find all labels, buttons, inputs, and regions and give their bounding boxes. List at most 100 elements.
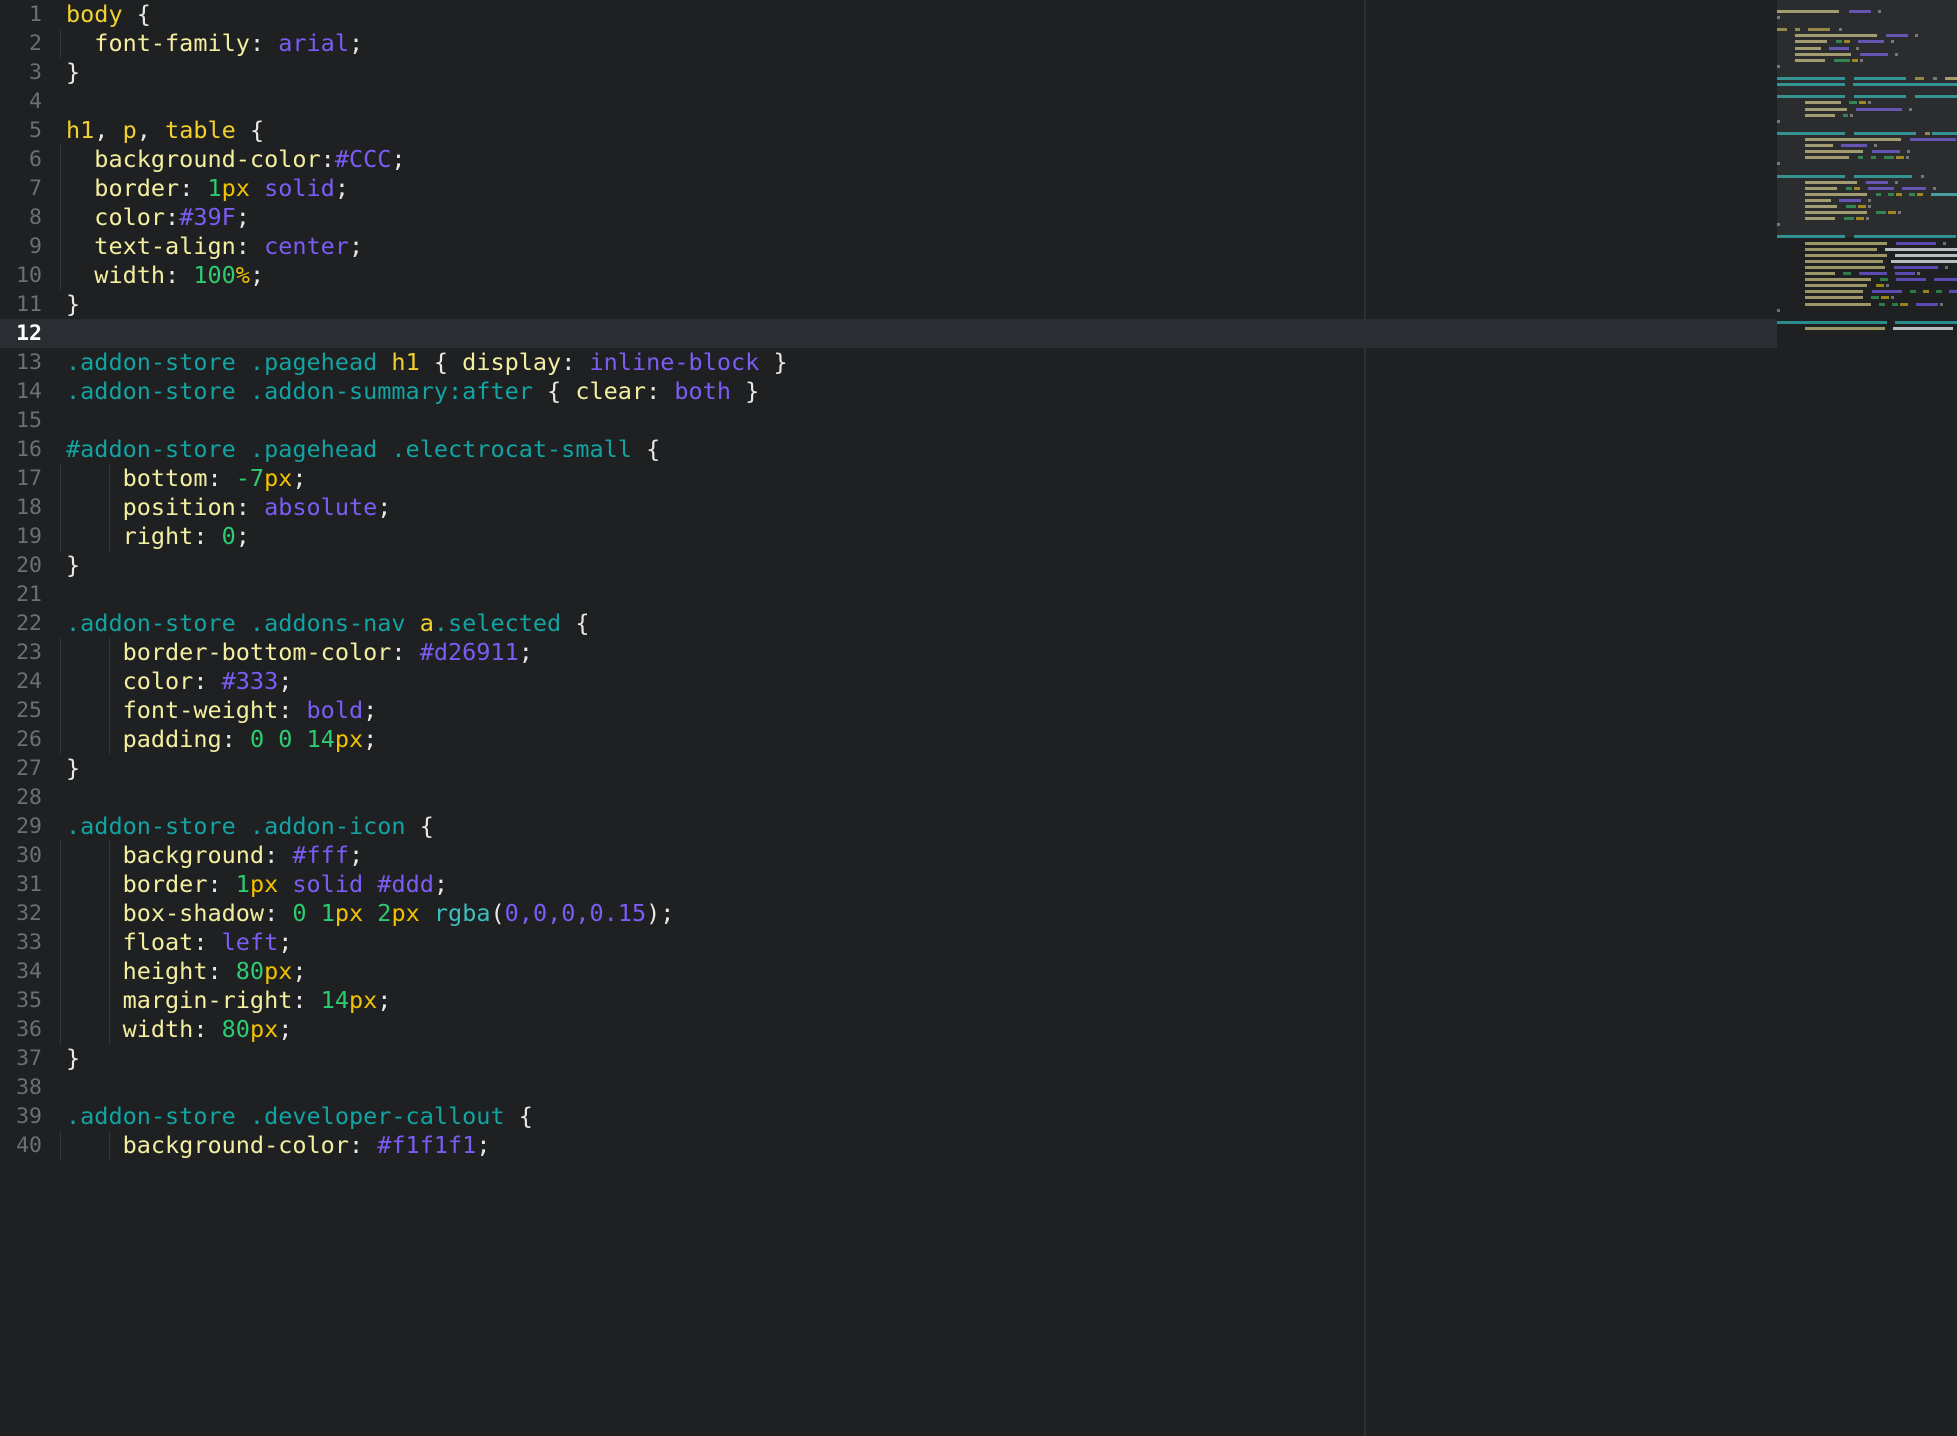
code-text[interactable]: font-weight: bold; — [66, 696, 378, 725]
token: { — [532, 377, 576, 405]
token: 1 — [320, 899, 335, 927]
code-line[interactable]: 29 .addon-store .addon-icon { — [0, 812, 1777, 841]
code-line[interactable]: 15 — [0, 406, 1777, 435]
token: : — [221, 725, 250, 753]
code-text[interactable]: background-color: #f1f1f1; — [66, 1131, 491, 1160]
code-line[interactable]: 31 border: 1px solid #ddd; — [0, 870, 1777, 899]
code-text[interactable]: height: 80px; — [66, 957, 307, 986]
code-line[interactable]: 21 — [0, 580, 1777, 609]
code-text[interactable]: width: 100%; — [66, 261, 264, 290]
code-line[interactable]: 3} — [0, 58, 1777, 87]
code-line[interactable]: 25 font-weight: bold; — [0, 696, 1777, 725]
code-line[interactable]: 4 — [0, 87, 1777, 116]
code-line[interactable]: 26 padding: 0 0 14px; — [0, 725, 1777, 754]
token: 1 — [235, 870, 250, 898]
code-line[interactable]: 23 border-bottom-color: #d26911; — [0, 638, 1777, 667]
code-line[interactable]: 7 border: 1px solid; — [0, 174, 1777, 203]
code-text[interactable]: } — [66, 551, 80, 580]
token: } — [66, 1044, 81, 1072]
code-line[interactable]: 11} — [0, 290, 1777, 319]
token: center — [264, 232, 349, 260]
code-line[interactable]: 1 body { — [0, 0, 1777, 29]
code-line[interactable]: 10 width: 100%; — [0, 261, 1777, 290]
code-text[interactable]: border-bottom-color: #d26911; — [66, 638, 533, 667]
token: #39F — [179, 203, 236, 231]
code-line[interactable]: 6 background-color:#CCC; — [0, 145, 1777, 174]
code-line[interactable]: 34 height: 80px; — [0, 957, 1777, 986]
code-line[interactable]: 28 — [0, 783, 1777, 812]
code-line[interactable]: 17 bottom: -7px; — [0, 464, 1777, 493]
token: #fff — [292, 841, 349, 869]
code-text[interactable]: position: absolute; — [66, 493, 392, 522]
code-text[interactable]: background: #fff; — [66, 841, 364, 870]
code-text[interactable]: box-shadow: 0 1px 2px rgba(0,0,0,0.15); — [66, 899, 675, 928]
indent-guide — [60, 870, 61, 899]
code-text[interactable]: margin-right: 14px; — [66, 986, 392, 1015]
code-text[interactable]: } — [66, 290, 80, 319]
token: ; — [278, 1015, 293, 1043]
code-text[interactable]: h1, p, table { — [66, 116, 264, 145]
token: width — [66, 261, 166, 289]
code-line[interactable]: 37} — [0, 1044, 1777, 1073]
code-line[interactable]: 22 .addon-store .addons-nav a.selected { — [0, 609, 1777, 638]
code-line[interactable]: 40 background-color: #f1f1f1; — [0, 1131, 1777, 1160]
code-text[interactable]: } — [66, 58, 80, 87]
code-line[interactable]: 20} — [0, 551, 1777, 580]
token: .addon-store .addon-icon — [66, 812, 406, 840]
token: bold — [306, 696, 364, 724]
code-line[interactable]: 14 .addon-store .addon-summary:after { cl… — [0, 377, 1777, 406]
code-text[interactable]: body { — [66, 0, 151, 29]
code-line[interactable]: 18 position: absolute; — [0, 493, 1777, 522]
code-line[interactable]: 36 width: 80px; — [0, 1015, 1777, 1044]
code-text[interactable]: float: left; — [66, 928, 293, 957]
code-line[interactable]: 19 right: 0; — [0, 522, 1777, 551]
code-line[interactable]: 9 text-align: center; — [0, 232, 1777, 261]
code-line[interactable]: 8 color:#39F; — [0, 203, 1777, 232]
line-number: 19 — [16, 524, 42, 549]
code-text[interactable]: .addon-store .addons-nav a.selected { — [66, 609, 590, 638]
code-text[interactable]: border: 1px solid; — [66, 174, 349, 203]
token: 0,0,0,0.15 — [504, 899, 647, 927]
code-text[interactable]: .addon-store .developer-callout { — [66, 1102, 533, 1131]
code-text[interactable]: bottom: -7px; — [66, 464, 307, 493]
code-text[interactable]: color: #333; — [66, 667, 293, 696]
code-text[interactable]: .addon-store .addon-summary:after { clea… — [66, 377, 759, 406]
code-line[interactable]: 30 background: #fff; — [0, 841, 1777, 870]
code-line[interactable]: 16 #addon-store .pagehead .electrocat-sma… — [0, 435, 1777, 464]
code-text[interactable]: padding: 0 0 14px; — [66, 725, 378, 754]
token: : — [207, 957, 236, 985]
code-text[interactable]: } — [66, 1044, 80, 1073]
minimap-viewport-slider[interactable] — [1777, 0, 1957, 237]
code-text[interactable]: font-family: arial; — [66, 29, 363, 58]
minimap-row — [1777, 317, 1957, 330]
code-line[interactable]: 13 .addon-store .pagehead h1 { display: i… — [0, 348, 1777, 377]
code-line-active[interactable]: 12 — [0, 319, 1777, 348]
code-text[interactable]: #addon-store .pagehead .electrocat-small… — [66, 435, 660, 464]
code-editor[interactable]: 1 body {2 font-family: arial; 3} 4 5 h1, p, t… — [0, 0, 1957, 1436]
code-line[interactable]: 33 float: left; — [0, 928, 1777, 957]
code-text[interactable]: width: 80px; — [66, 1015, 293, 1044]
minimap[interactable] — [1777, 0, 1957, 1436]
code-line[interactable]: 35 margin-right: 14px; — [0, 986, 1777, 1015]
code-text[interactable]: border: 1px solid #ddd; — [66, 870, 448, 899]
code-text[interactable]: right: 0; — [66, 522, 250, 551]
code-content-area[interactable]: 1 body {2 font-family: arial; 3} 4 5 h1, p, t… — [0, 0, 1777, 1436]
code-line[interactable]: 27} — [0, 754, 1777, 783]
code-text[interactable]: .addon-store .addon-icon { — [66, 812, 434, 841]
code-line[interactable]: 5 h1, p, table { — [0, 116, 1777, 145]
token: border-bottom-color — [66, 638, 392, 666]
code-text[interactable]: background-color:#CCC; — [66, 145, 405, 174]
code-text[interactable]: text-align: center; — [66, 232, 363, 261]
code-line[interactable]: 38 — [0, 1073, 1777, 1102]
code-line[interactable]: 32 box-shadow: 0 1px 2px rgba(0,0,0,0.15… — [0, 899, 1777, 928]
code-text[interactable]: color:#39F; — [66, 203, 250, 232]
code-line[interactable]: 39 .addon-store .developer-callout { — [0, 1102, 1777, 1131]
code-line[interactable]: 24 color: #333; — [0, 667, 1777, 696]
code-line[interactable]: 2 font-family: arial; — [0, 29, 1777, 58]
code-text[interactable]: } — [66, 754, 80, 783]
line-number: 5 — [29, 118, 42, 143]
code-text[interactable]: .addon-store .pagehead h1 { display: inl… — [66, 348, 788, 377]
token: text-align — [66, 232, 236, 260]
line-number: 7 — [29, 176, 42, 201]
token: ; — [235, 522, 250, 550]
